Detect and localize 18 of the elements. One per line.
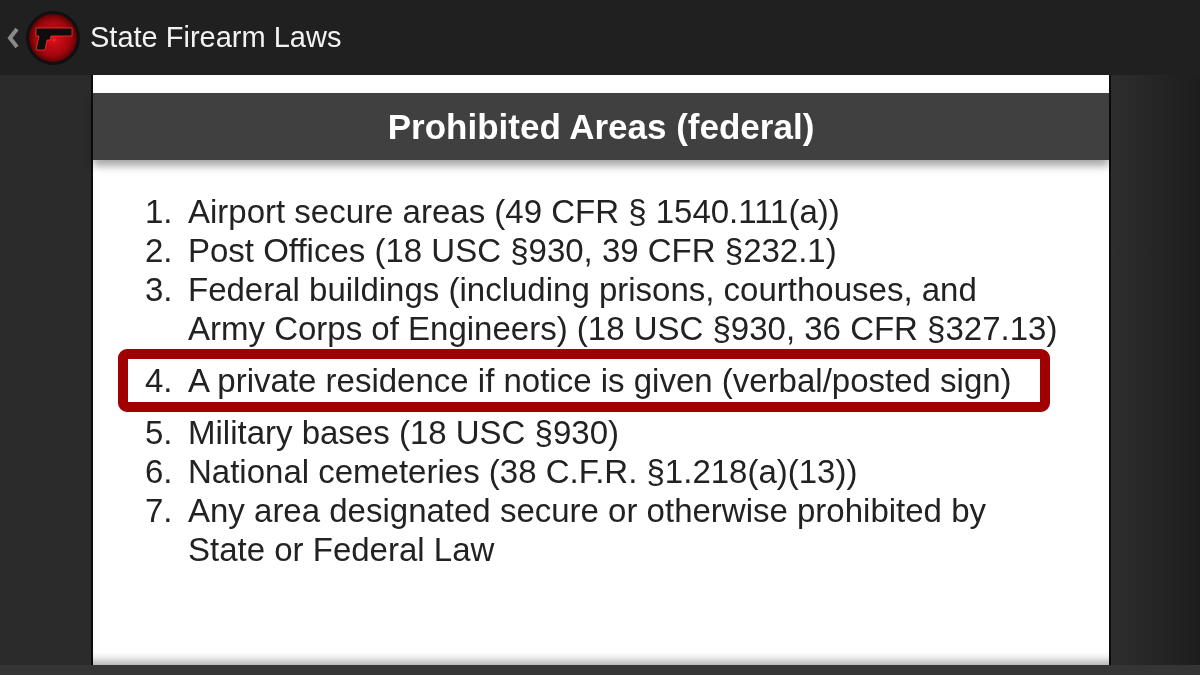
list-item-text: Post Offices (18 USC §930, 39 CFR §232.1) [188, 231, 838, 270]
app-title: State Firearm Laws [90, 19, 342, 55]
list-item-text: Airport secure areas (49 CFR § 1540.111(a)) [188, 192, 841, 231]
list-item-text: National cemeteries (38 C.F.R. §1.218(a)(13)) [188, 452, 859, 491]
page-heading: Prohibited Areas (federal) [93, 93, 1109, 160]
list-item-text: Military bases (18 USC §930) [188, 413, 620, 452]
pistol-logo-icon [26, 10, 80, 65]
list-number: 4. [145, 361, 174, 400]
list-number: 6. [145, 452, 174, 491]
list-item-text: Federal buildings (including prisons, courthouses, and Army Corps of Engineers) (18 USC §930, 36 CFR §327.13) [188, 270, 1059, 348]
list-number: 3. [145, 270, 174, 310]
list-number: 5. [145, 413, 174, 452]
back-chevron-icon[interactable] [6, 26, 20, 49]
list-item-text: A private residence if notice is given (verbal/posted sign) [188, 361, 1013, 400]
list-number: 1. [145, 192, 174, 231]
list-number: 7. [145, 491, 174, 531]
list-number: 2. [145, 231, 174, 270]
list-item-text: Any area designated secure or otherwise prohibited by State or Federal Law [188, 491, 987, 569]
